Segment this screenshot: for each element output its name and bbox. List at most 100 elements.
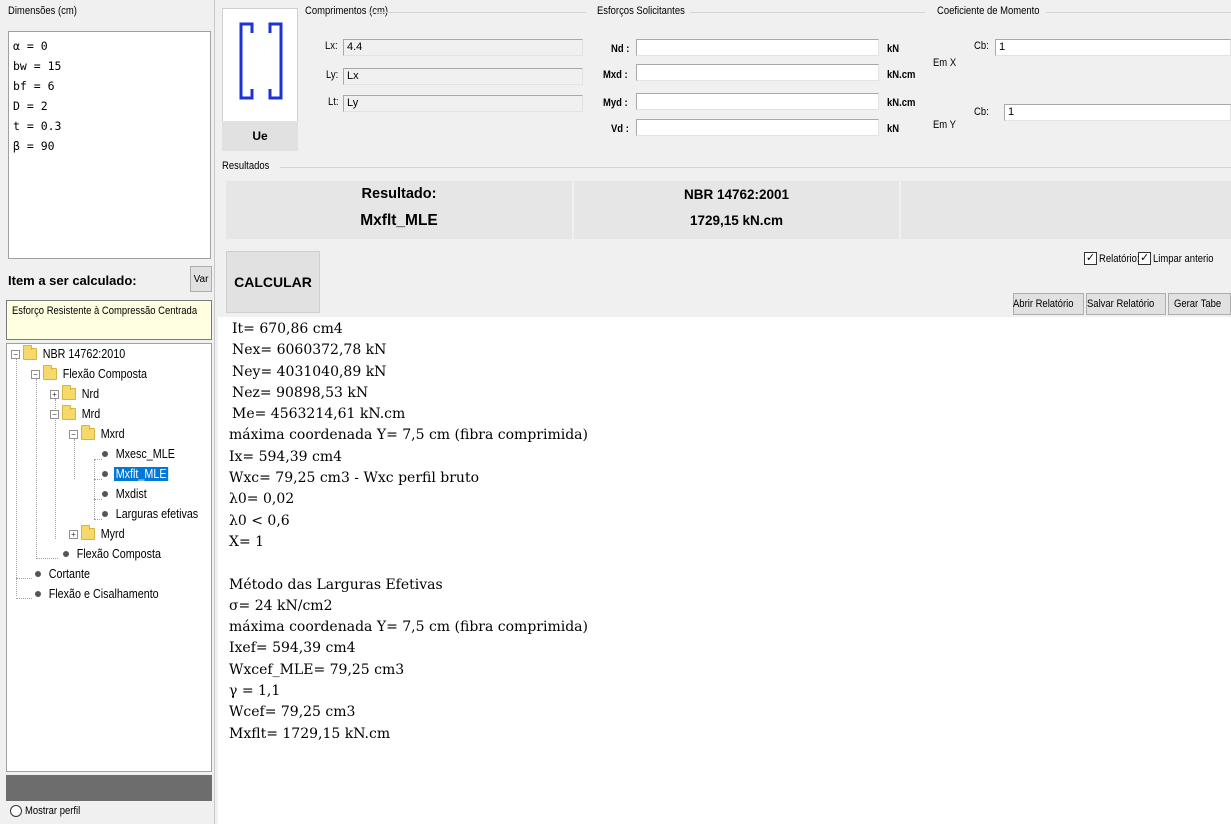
collapse-icon[interactable]: − [50, 409, 59, 419]
report-area[interactable]: It= 670,86 cm4 Nex= 6060372,78 kN Ney= 4… [218, 317, 1231, 824]
tree-line [36, 558, 58, 559]
profile-caption: Ue [222, 121, 298, 151]
report-line: Wxcef_MLE= 79,25 cm3 [229, 661, 405, 678]
report-line: Ixef= 594,39 cm4 [229, 640, 356, 657]
report-line: λ0= 0,02 [229, 491, 295, 508]
report-line: It= 670,86 cm4 [232, 321, 343, 337]
coeficiente-caption: Coeficiente de Momento [937, 5, 1040, 17]
bullet-icon [35, 571, 41, 577]
tree-line [16, 598, 32, 599]
tree-node-flexao-composta-leaf[interactable]: Flexão Composta [60, 544, 177, 564]
salvar-relatorio-button[interactable]: Salvar Relatório [1086, 293, 1166, 315]
collapse-icon[interactable]: − [11, 349, 20, 359]
vd-input[interactable] [636, 119, 879, 136]
collapse-icon[interactable]: − [69, 429, 78, 439]
result-value: 1729,15 kN.cm [689, 213, 784, 228]
esforcos-caption: Esforços Solicitantes [597, 5, 685, 17]
cb-x-label: Cb: [974, 40, 989, 52]
folder-icon [43, 365, 57, 380]
group-border [280, 167, 1231, 168]
em-x-label: Em X [933, 57, 957, 69]
nd-input[interactable] [636, 39, 879, 56]
calcular-button[interactable]: CALCULAR [226, 251, 320, 313]
dimension-line: α = 0 [13, 39, 48, 53]
tree-node-cortante[interactable]: Cortante [32, 564, 99, 584]
radio-button[interactable] [10, 805, 22, 817]
folder-icon [62, 385, 76, 400]
tree-node-mxesc-mle[interactable]: Mxesc_MLE [99, 444, 187, 464]
tree-node-nrd[interactable]: + Nrd [50, 384, 104, 404]
report-line: Wcef= 79,25 cm3 [229, 704, 356, 721]
lt-input[interactable]: Ly [343, 95, 583, 112]
calculation-tree[interactable]: − NBR 14762:2010 − Flexão Composta + Nrd… [6, 343, 212, 772]
dimensions-textbox[interactable]: α = 0 bw = 15 bf = 6 D = 2 t = 0.3 β = 9… [8, 31, 211, 259]
group-border [368, 12, 586, 13]
relatorio-checkbox[interactable]: ✓ [1084, 252, 1097, 265]
tree-node-larguras-efetivas[interactable]: Larguras efetivas [99, 504, 211, 524]
lt-label: Lt: [327, 96, 339, 108]
tree-node-mrd[interactable]: − Mrd [50, 404, 106, 424]
report-line: máxima coordenada Y= 7,5 cm (fibra compr… [229, 427, 588, 444]
nd-unit: kN [887, 43, 900, 55]
result-name: Mxflt_MLE [360, 212, 438, 229]
report-line: X= 1 [229, 533, 265, 550]
report-line: Ney= 4031040,89 kN [232, 363, 387, 380]
tree-node-nbr[interactable]: − NBR 14762:2010 [11, 344, 141, 364]
tree-line [74, 439, 75, 479]
abrir-relatorio-button[interactable]: Abrir Relatório [1013, 293, 1084, 315]
limpar-checkbox[interactable]: ✓ [1138, 252, 1152, 265]
myd-input[interactable] [636, 93, 879, 110]
result-norm: NBR 14762:2001 [683, 187, 790, 202]
bullet-icon [102, 491, 108, 497]
expand-icon[interactable]: + [69, 529, 78, 539]
dimension-line: β = 90 [13, 139, 55, 153]
report-line: γ = 1,1 [229, 683, 281, 700]
cb-y-input[interactable]: 1 [1004, 104, 1231, 121]
vd-label: Vd : [611, 123, 630, 135]
collapse-icon[interactable]: − [31, 369, 40, 379]
dimension-line: bf = 6 [13, 79, 55, 93]
tree-node-mxdist[interactable]: Mxdist [99, 484, 154, 504]
resultados-caption: Resultados [222, 160, 270, 172]
lx-label: Lx: [325, 40, 338, 52]
folder-icon [62, 405, 76, 420]
tree-node-flexao-cisalhamento[interactable]: Flexão e Cisalhamento [32, 584, 179, 604]
report-line: Nez= 90898,53 kN [232, 384, 369, 401]
lx-input[interactable]: 4.4 [343, 39, 583, 56]
report-line [229, 553, 1231, 574]
show-profile-option[interactable]: Mostrar perfil [10, 805, 89, 817]
bullet-icon [102, 471, 108, 477]
result-label: Resultado: [361, 186, 437, 202]
var-button[interactable]: Var [190, 266, 212, 292]
myd-unit: kN.cm [887, 97, 916, 109]
item-title: Item a ser calculado: [8, 273, 137, 288]
report-line: Mxflt= 1729,15 kN.cm [229, 725, 391, 742]
dimensions-caption: Dimensões (cm) [8, 5, 77, 17]
expand-icon[interactable]: + [50, 389, 59, 399]
vd-unit: kN [887, 123, 900, 135]
gerar-tabela-button[interactable]: Gerar Tabe [1168, 293, 1231, 315]
mxd-input[interactable] [636, 64, 879, 81]
ue-profile-icon [239, 22, 283, 100]
folder-icon [23, 345, 37, 360]
tree-node-myrd[interactable]: + Myrd [69, 524, 131, 544]
cb-x-input[interactable]: 1 [995, 39, 1231, 56]
report-line: Método das Larguras Efetivas [229, 576, 443, 593]
folder-icon [81, 425, 95, 440]
report-line: Me= 4563214,61 kN.cm [232, 406, 406, 423]
status-bar [6, 775, 212, 801]
bullet-icon [63, 551, 69, 557]
ly-label: Ly: [325, 69, 339, 81]
tree-node-mxflt-mle[interactable]: Mxflt_MLE [99, 464, 177, 484]
tree-line [94, 459, 95, 519]
tree-node-flexao-composta[interactable]: − Flexão Composta [31, 364, 163, 384]
dimension-line: D = 2 [13, 99, 48, 113]
tree-node-mxrd[interactable]: − Mxrd [69, 424, 131, 444]
myd-label: Myd : [603, 97, 628, 109]
folder-icon [81, 525, 95, 540]
report-line: Nex= 6060372,78 kN [232, 342, 387, 359]
result-cell-extra [901, 181, 1231, 239]
selected-item-display: Esforço Resistente à Compressão Centrada [6, 300, 212, 340]
bullet-icon [35, 591, 41, 597]
ly-input[interactable]: Lx [343, 68, 583, 85]
